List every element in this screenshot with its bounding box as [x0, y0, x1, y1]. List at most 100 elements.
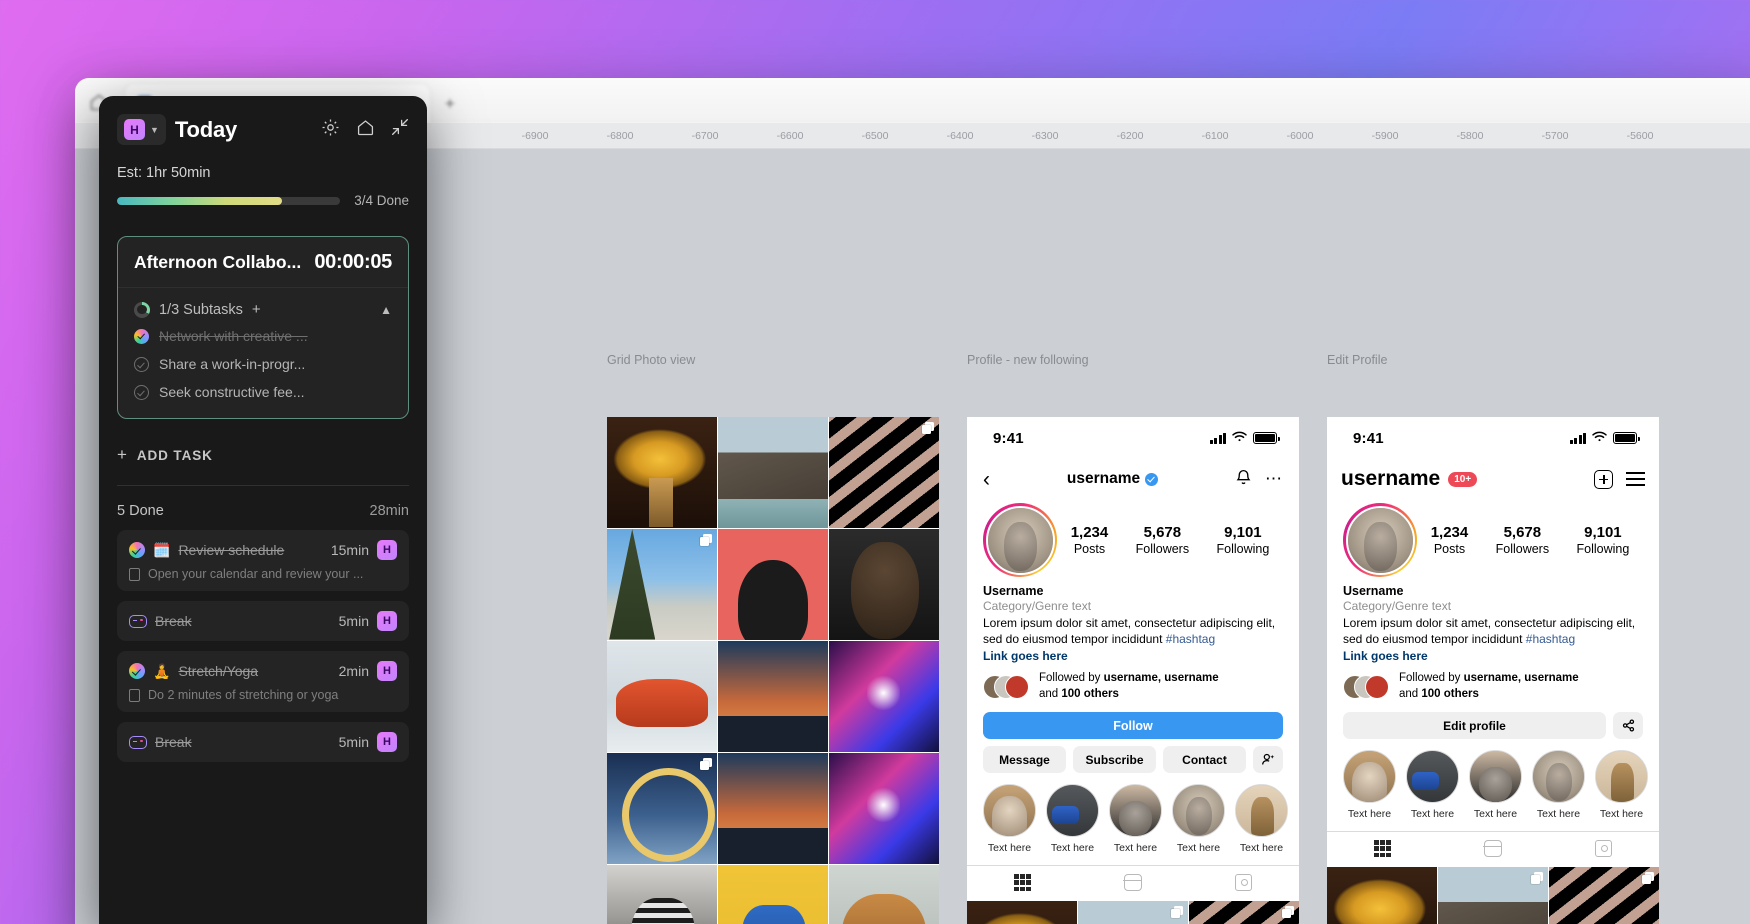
profile-tabbar[interactable] — [967, 865, 1299, 899]
grid-photo-cell[interactable] — [1438, 866, 1548, 924]
followed-by-row[interactable]: Followed by username, username and 100 o… — [1327, 663, 1659, 702]
bio-hashtag[interactable]: #hashtag — [1526, 632, 1575, 646]
bio-hashtag[interactable]: #hashtag — [1166, 632, 1215, 646]
subtask-item[interactable]: Seek constructive fee... — [118, 378, 408, 406]
bell-icon[interactable] — [1235, 468, 1252, 491]
task-panel[interactable]: H ▼ Today Est: 1hr 50min 3/4 Done Aftern… — [99, 96, 427, 924]
stat-followers[interactable]: 5,678 Followers — [1136, 524, 1190, 556]
tagged-tab-icon[interactable] — [1188, 874, 1299, 892]
story-highlight[interactable]: Text here — [1469, 750, 1522, 820]
grid-photo-cell[interactable] — [829, 753, 939, 864]
story-highlight[interactable]: Text here — [1235, 784, 1288, 854]
tagged-tab-icon[interactable] — [1548, 840, 1659, 858]
subtask-item[interactable]: Network with creative ... — [118, 322, 408, 350]
followed-by-avatars — [983, 674, 1031, 699]
grid-photo-cell[interactable] — [607, 641, 717, 752]
grid-photo-cell[interactable] — [1078, 900, 1188, 924]
grid-tab-icon[interactable] — [1327, 840, 1438, 858]
message-button[interactable]: Message — [983, 746, 1066, 774]
grid-tab-icon[interactable] — [967, 874, 1078, 892]
task-item[interactable]: 🧘 Stretch/Yoga 2min H Do 2 minutes of stretc… — [117, 651, 409, 712]
hamburger-menu-icon[interactable] — [1626, 472, 1645, 486]
story-highlights-profile[interactable]: Text here Text here Text here Text here Text… — [967, 773, 1299, 854]
edit-profile-button[interactable]: Edit profile — [1343, 712, 1606, 740]
task-item[interactable]: Break 5min H — [117, 601, 409, 641]
subtask-item[interactable]: Share a work-in-progr... — [118, 350, 408, 378]
reels-tab-icon[interactable] — [1438, 840, 1549, 858]
follow-button[interactable]: Follow — [983, 712, 1283, 740]
grid-photo-cell[interactable] — [718, 865, 828, 924]
grid-photo-cell[interactable] — [829, 641, 939, 752]
stat-posts[interactable]: 1,234 Posts — [1431, 524, 1469, 556]
plus-icon[interactable]: + — [252, 301, 261, 318]
grid-photo-cell[interactable] — [607, 417, 717, 528]
checked-circle-icon[interactable] — [129, 663, 145, 679]
plus-icon[interactable]: + — [445, 94, 455, 114]
reels-tab-icon[interactable] — [1078, 874, 1189, 892]
edit-profile-mini-grid[interactable] — [1327, 866, 1659, 924]
stat-following[interactable]: 9,101 Following — [1216, 524, 1269, 556]
add-task-button[interactable]: + ADD TASK — [99, 419, 427, 485]
grid-photo-cell[interactable] — [718, 529, 828, 640]
checked-circle-icon[interactable] — [134, 328, 149, 344]
phone-mockup-edit-profile[interactable]: 9:41 username 10+ 1,234 Posts 5,678 Foll… — [1327, 417, 1659, 924]
story-highlight[interactable]: Text here — [1046, 784, 1099, 854]
grid-photo-cell[interactable] — [829, 417, 939, 528]
story-highlight[interactable]: Text here — [1172, 784, 1225, 854]
subscribe-button[interactable]: Subscribe — [1073, 746, 1156, 774]
grid-photo-cell[interactable] — [607, 753, 717, 864]
stat-following[interactable]: 9,101 Following — [1576, 524, 1629, 556]
grid-photo-cell[interactable] — [1189, 900, 1299, 924]
followed-by-prefix: Followed by — [1039, 672, 1104, 685]
profile-mini-grid[interactable] — [967, 900, 1299, 924]
followed-by-row[interactable]: Followed by username, username and 100 o… — [967, 663, 1299, 702]
grid-photo-view-frame[interactable] — [607, 417, 939, 924]
home-icon[interactable] — [356, 118, 375, 142]
story-highlight[interactable]: Text here — [1595, 750, 1648, 820]
stat-followers[interactable]: 5,678 Followers — [1496, 524, 1550, 556]
story-highlight[interactable]: Text here — [1532, 750, 1585, 820]
grid-photo-cell[interactable] — [718, 753, 828, 864]
task-item[interactable]: 🗓️ Review schedule 15min H Open your calenda… — [117, 530, 409, 591]
more-horizontal-icon[interactable]: ⋯ — [1265, 469, 1283, 489]
followed-by-count: 100 — [1061, 687, 1081, 700]
bio-link[interactable]: Link goes here — [983, 649, 1283, 663]
avatar[interactable] — [1343, 503, 1417, 577]
bio-link[interactable]: Link goes here — [1343, 649, 1643, 663]
gear-icon[interactable] — [321, 118, 340, 142]
check-circle-icon[interactable] — [134, 384, 149, 400]
chevron-up-icon[interactable]: ▲ — [380, 303, 392, 317]
story-highlight[interactable]: Text here — [1406, 750, 1459, 820]
task-item[interactable]: Break 5min H — [117, 722, 409, 762]
story-highlight[interactable]: Text here — [983, 784, 1036, 854]
story-highlight[interactable]: Text here — [1109, 784, 1162, 854]
add-box-icon[interactable] — [1594, 469, 1613, 489]
check-circle-icon[interactable] — [134, 356, 149, 372]
grid-photo-cell[interactable] — [718, 417, 828, 528]
grid-photo-cell[interactable] — [607, 865, 717, 924]
grid-photo-cell[interactable] — [1327, 866, 1437, 924]
share-profile-icon[interactable] — [1613, 712, 1643, 740]
grid-photo-cell[interactable] — [607, 529, 717, 640]
edit-profile-tabbar[interactable] — [1327, 831, 1659, 865]
story-highlight-label: Text here — [1599, 808, 1644, 821]
stat-posts[interactable]: 1,234 Posts — [1071, 524, 1109, 556]
edit-profile-username[interactable]: username — [1341, 467, 1440, 491]
stat-label: Followers — [1495, 542, 1550, 556]
workspace-selector[interactable]: H ▼ — [117, 114, 166, 145]
avatar[interactable] — [983, 503, 1057, 577]
phone-mockup-profile[interactable]: 9:41 ‹ username ⋯ 1,234 Posts 5,678 Foll… — [967, 417, 1299, 924]
story-highlights-edit[interactable]: Text here Text here Text here Text here Text… — [1327, 739, 1659, 820]
chevron-left-icon[interactable]: ‹ — [983, 469, 990, 490]
grid-photo-cell[interactable] — [967, 900, 1077, 924]
checked-circle-icon[interactable] — [129, 542, 145, 558]
grid-photo-cell[interactable] — [1549, 866, 1659, 924]
grid-photo-cell[interactable] — [718, 641, 828, 752]
contact-button[interactable]: Contact — [1163, 746, 1246, 774]
collapse-arrows-icon[interactable] — [391, 118, 409, 141]
grid-photo-cell[interactable] — [829, 529, 939, 640]
story-highlight[interactable]: Text here — [1343, 750, 1396, 820]
active-timer-card[interactable]: Afternoon Collabo... 00:00:05 1/3 Subtas… — [117, 236, 409, 419]
add-person-icon[interactable] — [1253, 746, 1283, 774]
grid-photo-cell[interactable] — [829, 865, 939, 924]
